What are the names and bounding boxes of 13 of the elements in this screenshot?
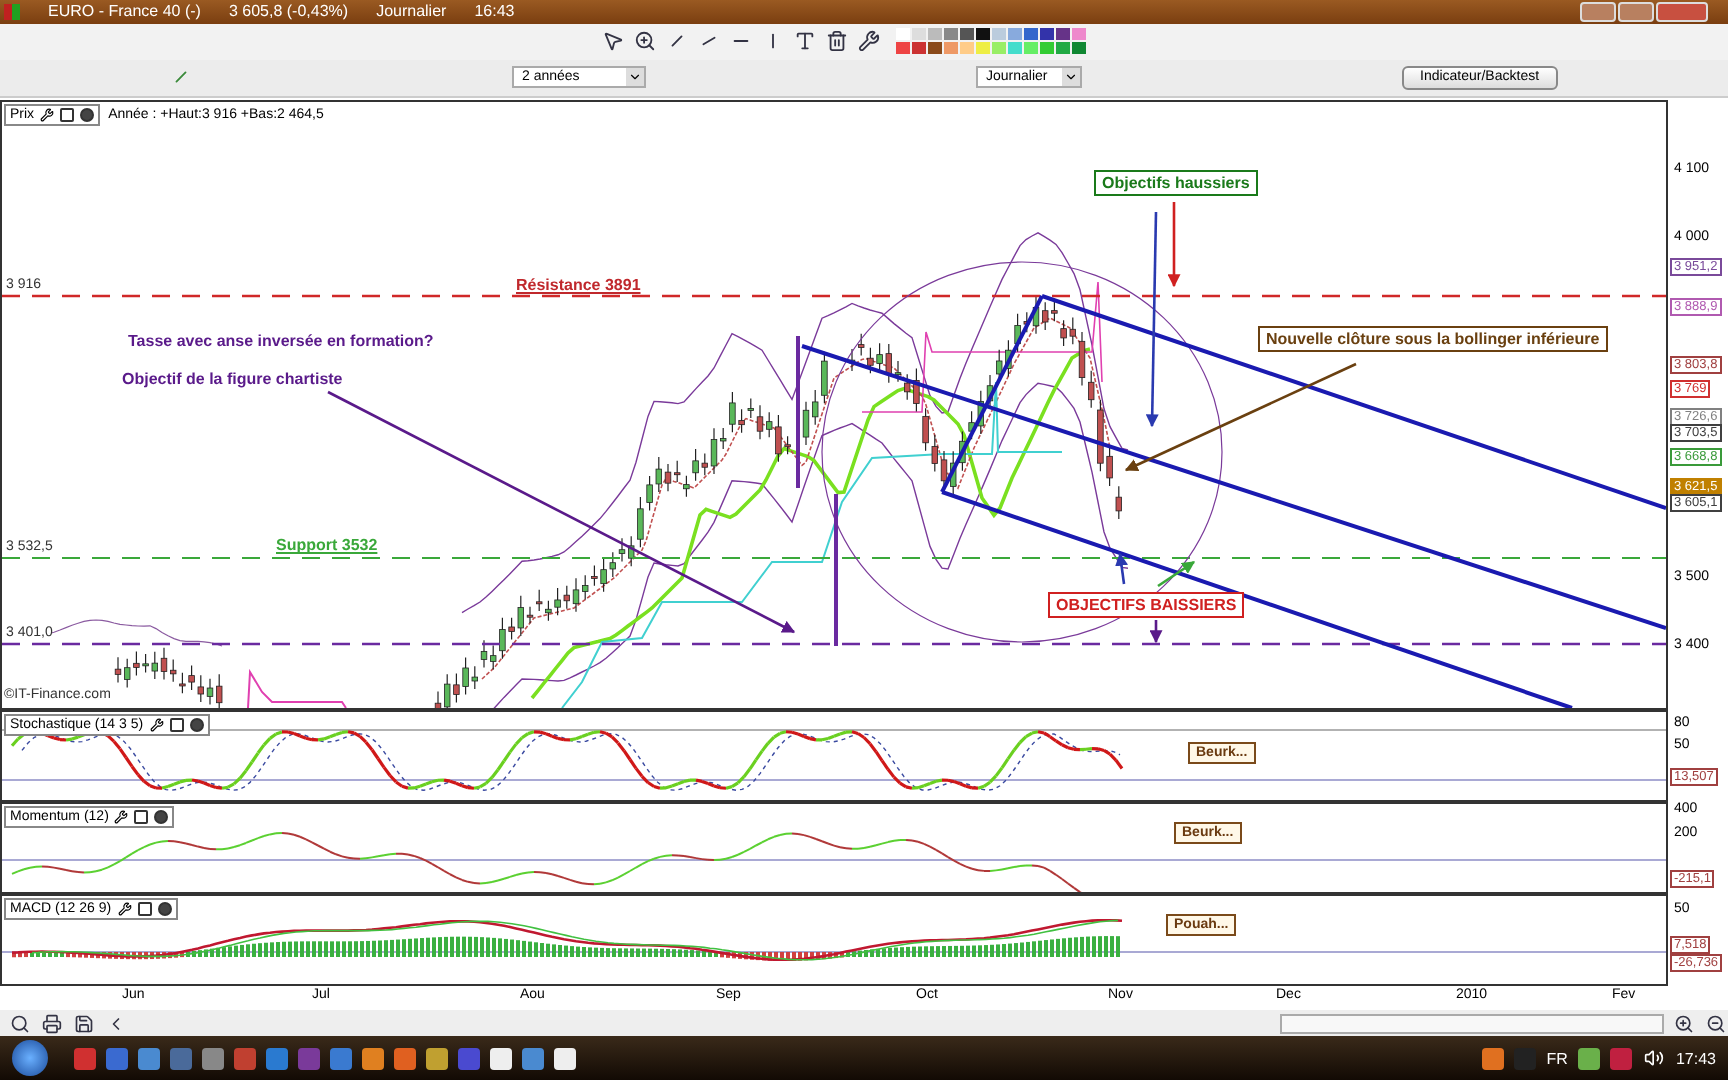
window-title: Journalier	[376, 2, 447, 21]
chart-annotation: Support 3532	[276, 536, 378, 555]
window-title: 16:43	[474, 2, 515, 21]
language-indicator[interactable]: FR	[1546, 1049, 1568, 1068]
chart-annotation: Tasse avec anse inversée en formation?	[128, 332, 434, 351]
chart-annotation: Nouvelle clôture sous la bollinger inférieure	[1258, 326, 1608, 353]
clock: 17:43	[1675, 1049, 1716, 1068]
chart-annotation: Objectifs haussiers	[1094, 170, 1258, 197]
chart-annotation: Objectif de la figure chartiste	[122, 370, 343, 389]
window-title: EURO - France 40 (-)	[48, 2, 201, 21]
chart-annotation: Résistance 3891	[516, 276, 641, 295]
chart-annotation: OBJECTIFS BAISSIERS	[1048, 592, 1245, 619]
window-title: 3 605,8 (-0,43%)	[228, 2, 349, 21]
